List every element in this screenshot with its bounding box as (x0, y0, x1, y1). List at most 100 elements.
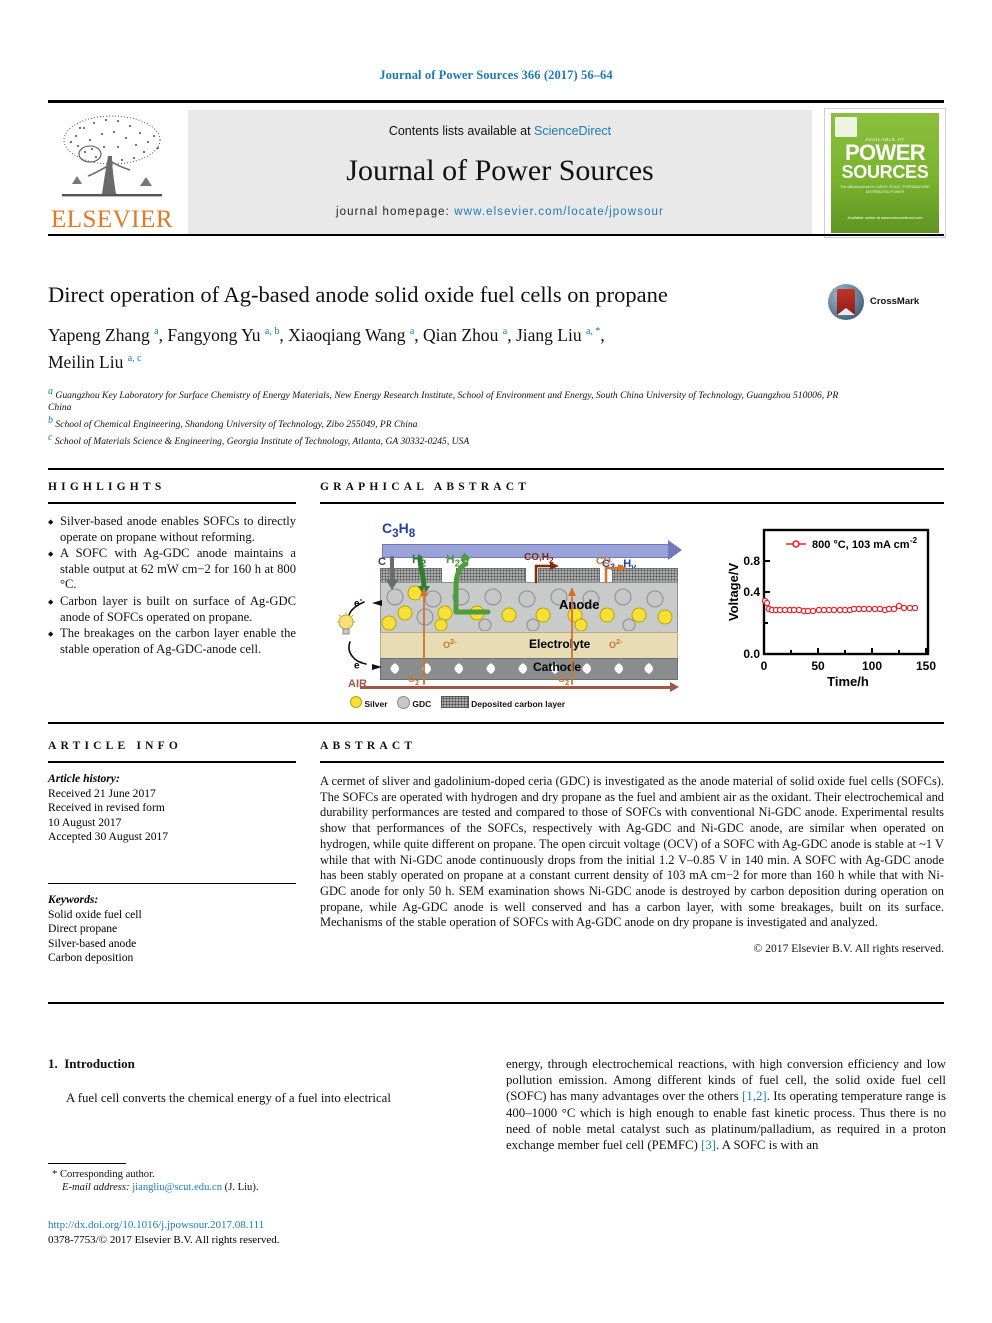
contents-prefix: Contents lists available at (388, 124, 535, 138)
affiliation-a: a Guangzhou Key Laboratory for Surface C… (48, 385, 839, 414)
article-history-item: 10 August 2017 (48, 815, 122, 829)
running-head: Journal of Power Sources 366 (2017) 56–6… (379, 68, 613, 82)
article-info-section: ARTICLE INFO Article history: Received 2… (48, 740, 296, 966)
affiliation-b-text: School of Chemical Engineering, Shandong… (55, 419, 418, 431)
journal-title: Journal of Power Sources (346, 154, 654, 187)
title-block: Direct operation of Ag-based anode solid… (48, 282, 944, 449)
paper-page: Journal of Power Sources 366 (2017) 56–6… (0, 0, 992, 1323)
journal-cover-image: AVAILABLE AT POWER SOURCES The official … (824, 108, 946, 238)
label-oxygen-left: O2 (408, 674, 420, 687)
article-history-item: Received 21 June 2017 (48, 786, 156, 800)
cover-footer: Available online at www.sciencedirect.co… (847, 215, 923, 220)
crossmark-badge[interactable]: CrossMark (828, 284, 944, 320)
email-link[interactable]: jiangliu@scut.edu.cn (132, 1182, 222, 1193)
page-title: Direct operation of Ag-based anode solid… (48, 282, 668, 307)
keywords-rule (48, 882, 296, 884)
doi-link[interactable]: http://dx.doi.org/10.1016/j.jpowsour.201… (48, 1218, 488, 1233)
legend-carbon-label: Deposited carbon layer (471, 699, 566, 709)
legend-carbon-swatch (440, 696, 469, 708)
lightbulb-icon (337, 612, 355, 635)
introduction-number: 1. (48, 1056, 58, 1071)
highlights-rule (48, 502, 296, 504)
keyword-item: Direct propane (48, 922, 118, 936)
corresponding-author-line: * Corresponding author. (52, 1168, 482, 1181)
body-column-right: energy, through electrochemical reaction… (506, 1056, 946, 1153)
graphical-abstract-heading: GRAPHICAL ABSTRACT (320, 481, 531, 493)
section-divider-bottom (48, 1002, 944, 1004)
x-tick-100: 100 (862, 659, 882, 673)
schematic-legend: Silver GDC Deposited carbon layer (350, 696, 710, 710)
highlights-heading: HIGHLIGHTS (48, 481, 166, 493)
fuel-cell-schematic: C3H8 C3-xHy (320, 516, 720, 712)
article-history-item: Received in revised form (48, 801, 165, 815)
affiliation-c-text: School of Materials Science & Engineerin… (54, 436, 470, 447)
masthead-center-panel: Contents lists available at ScienceDirec… (188, 110, 812, 236)
abstract-rule (320, 761, 944, 763)
y-tick-0: 0.0 (743, 647, 760, 661)
masthead-top-rule (48, 100, 944, 103)
air-flow-arrow (360, 686, 672, 689)
legend-series-exponent: -2 (910, 536, 918, 545)
graphical-abstract-figure: C3H8 C3-xHy (320, 516, 944, 712)
journal-homepage-line: journal homepage: www.elsevier.com/locat… (188, 206, 812, 218)
issn-copyright: 0378-7753/© 2017 Elsevier B.V. All right… (48, 1234, 280, 1246)
sciencedirect-link[interactable]: ScienceDirect (534, 124, 611, 138)
abstract-section: ABSTRACT A cermet of sliver and gadolini… (320, 740, 944, 955)
author-line-1: Yapeng Zhang a, Fangyong Yu a, b, Xiaoqi… (48, 324, 605, 345)
legend-gdc-swatch (396, 696, 410, 709)
footnote-block: * Corresponding author. E-mail address: … (52, 1168, 482, 1195)
crossmark-icon (828, 284, 864, 320)
cover-artwork: AVAILABLE AT POWER SOURCES The official … (831, 113, 939, 233)
intro-part-3: . A SOFC is with an (716, 1138, 819, 1153)
legend-gdc-label: GDC (412, 699, 432, 709)
author-line-2: Meilin Liu a, c (48, 351, 142, 372)
citation-1-2[interactable]: [1,2] (742, 1089, 767, 1103)
list-item: A SOFC with Ag-GDC anode maintains a sta… (48, 546, 296, 593)
article-info-rule (48, 761, 296, 763)
legend-silver-label: Silver (364, 699, 388, 709)
x-tick-150: 150 (916, 659, 936, 673)
author-list: Yapeng Zhang a, Fangyong Yu a, b, Xiaoqi… (48, 320, 838, 374)
email-suffix: (J. Liu). (224, 1182, 259, 1194)
article-history-label: Article history: (48, 772, 120, 785)
x-tick-50: 50 (811, 659, 825, 673)
list-item: Carbon layer is built on surface of Ag-G… (48, 594, 296, 625)
abstract-copyright: © 2017 Elsevier B.V. All rights reserved… (753, 942, 944, 956)
y-axis-label: Voltage/V (726, 563, 741, 622)
introduction-paragraph-left: A fuel cell converts the chemical energy… (66, 1091, 391, 1105)
keywords-label: Keywords: (48, 892, 99, 906)
corresponding-label: Corresponding author. (59, 1169, 155, 1180)
masthead-bottom-rule (48, 234, 944, 236)
homepage-url[interactable]: www.elsevier.com/locate/jpowsour (454, 206, 664, 218)
legend-silver-swatch (350, 696, 362, 708)
schematic-arrows (347, 552, 627, 685)
graphical-abstract-section: GRAPHICAL ABSTRACT C3H8 C3-xHy (320, 481, 944, 712)
graphical-abstract-rule (320, 502, 944, 504)
highlights-list: Silver-based anode enables SOFCs to dire… (48, 514, 296, 657)
abstract-heading: ABSTRACT (320, 740, 417, 752)
article-history-item: Accepted 30 August 2017 (48, 830, 169, 844)
y-tick-1: 0.4 (743, 585, 760, 599)
chart-canvas: 0.0 0.4 0.8 0 50 100 150 Time/h Voltage/… (726, 528, 936, 689)
affiliation-c: c School of Materials Science & Engineer… (48, 431, 470, 447)
air-flow-arrowhead (670, 682, 679, 692)
citation-3[interactable]: [3] (701, 1138, 716, 1152)
section-divider-top (48, 468, 944, 470)
introduction-title: Introduction (64, 1056, 135, 1071)
abstract-text: A cermet of sliver and gadolinium-doped … (320, 774, 944, 930)
durability-chart: 0.0 0.4 0.8 0 50 100 150 Time/h Voltage/… (724, 522, 940, 702)
doi-block: http://dx.doi.org/10.1016/j.jpowsour.201… (48, 1218, 488, 1248)
corresponding-marker: * (52, 1169, 58, 1180)
elsevier-wordmark: ELSEVIER (50, 206, 174, 233)
label-electron-top: e- (354, 594, 363, 610)
cover-elsevier-mark (835, 117, 857, 137)
homepage-label: journal homepage: (336, 206, 455, 218)
legend-series-label: 800 °C, 103 mA cm (812, 539, 910, 551)
crossmark-label: CrossMark (870, 296, 920, 307)
label-electron-bottom: e- (354, 656, 363, 672)
body-column-left: 1. Introduction A fuel cell converts the… (48, 1056, 498, 1106)
elsevier-logo: ELSEVIER (48, 110, 176, 236)
keywords-block: Keywords: Solid oxide fuel cell Direct p… (48, 893, 296, 966)
affiliation-b: b School of Chemical Engineering, Shando… (48, 415, 418, 431)
email-line: E-mail address: jiangliu@scut.edu.cn (J.… (52, 1181, 482, 1194)
